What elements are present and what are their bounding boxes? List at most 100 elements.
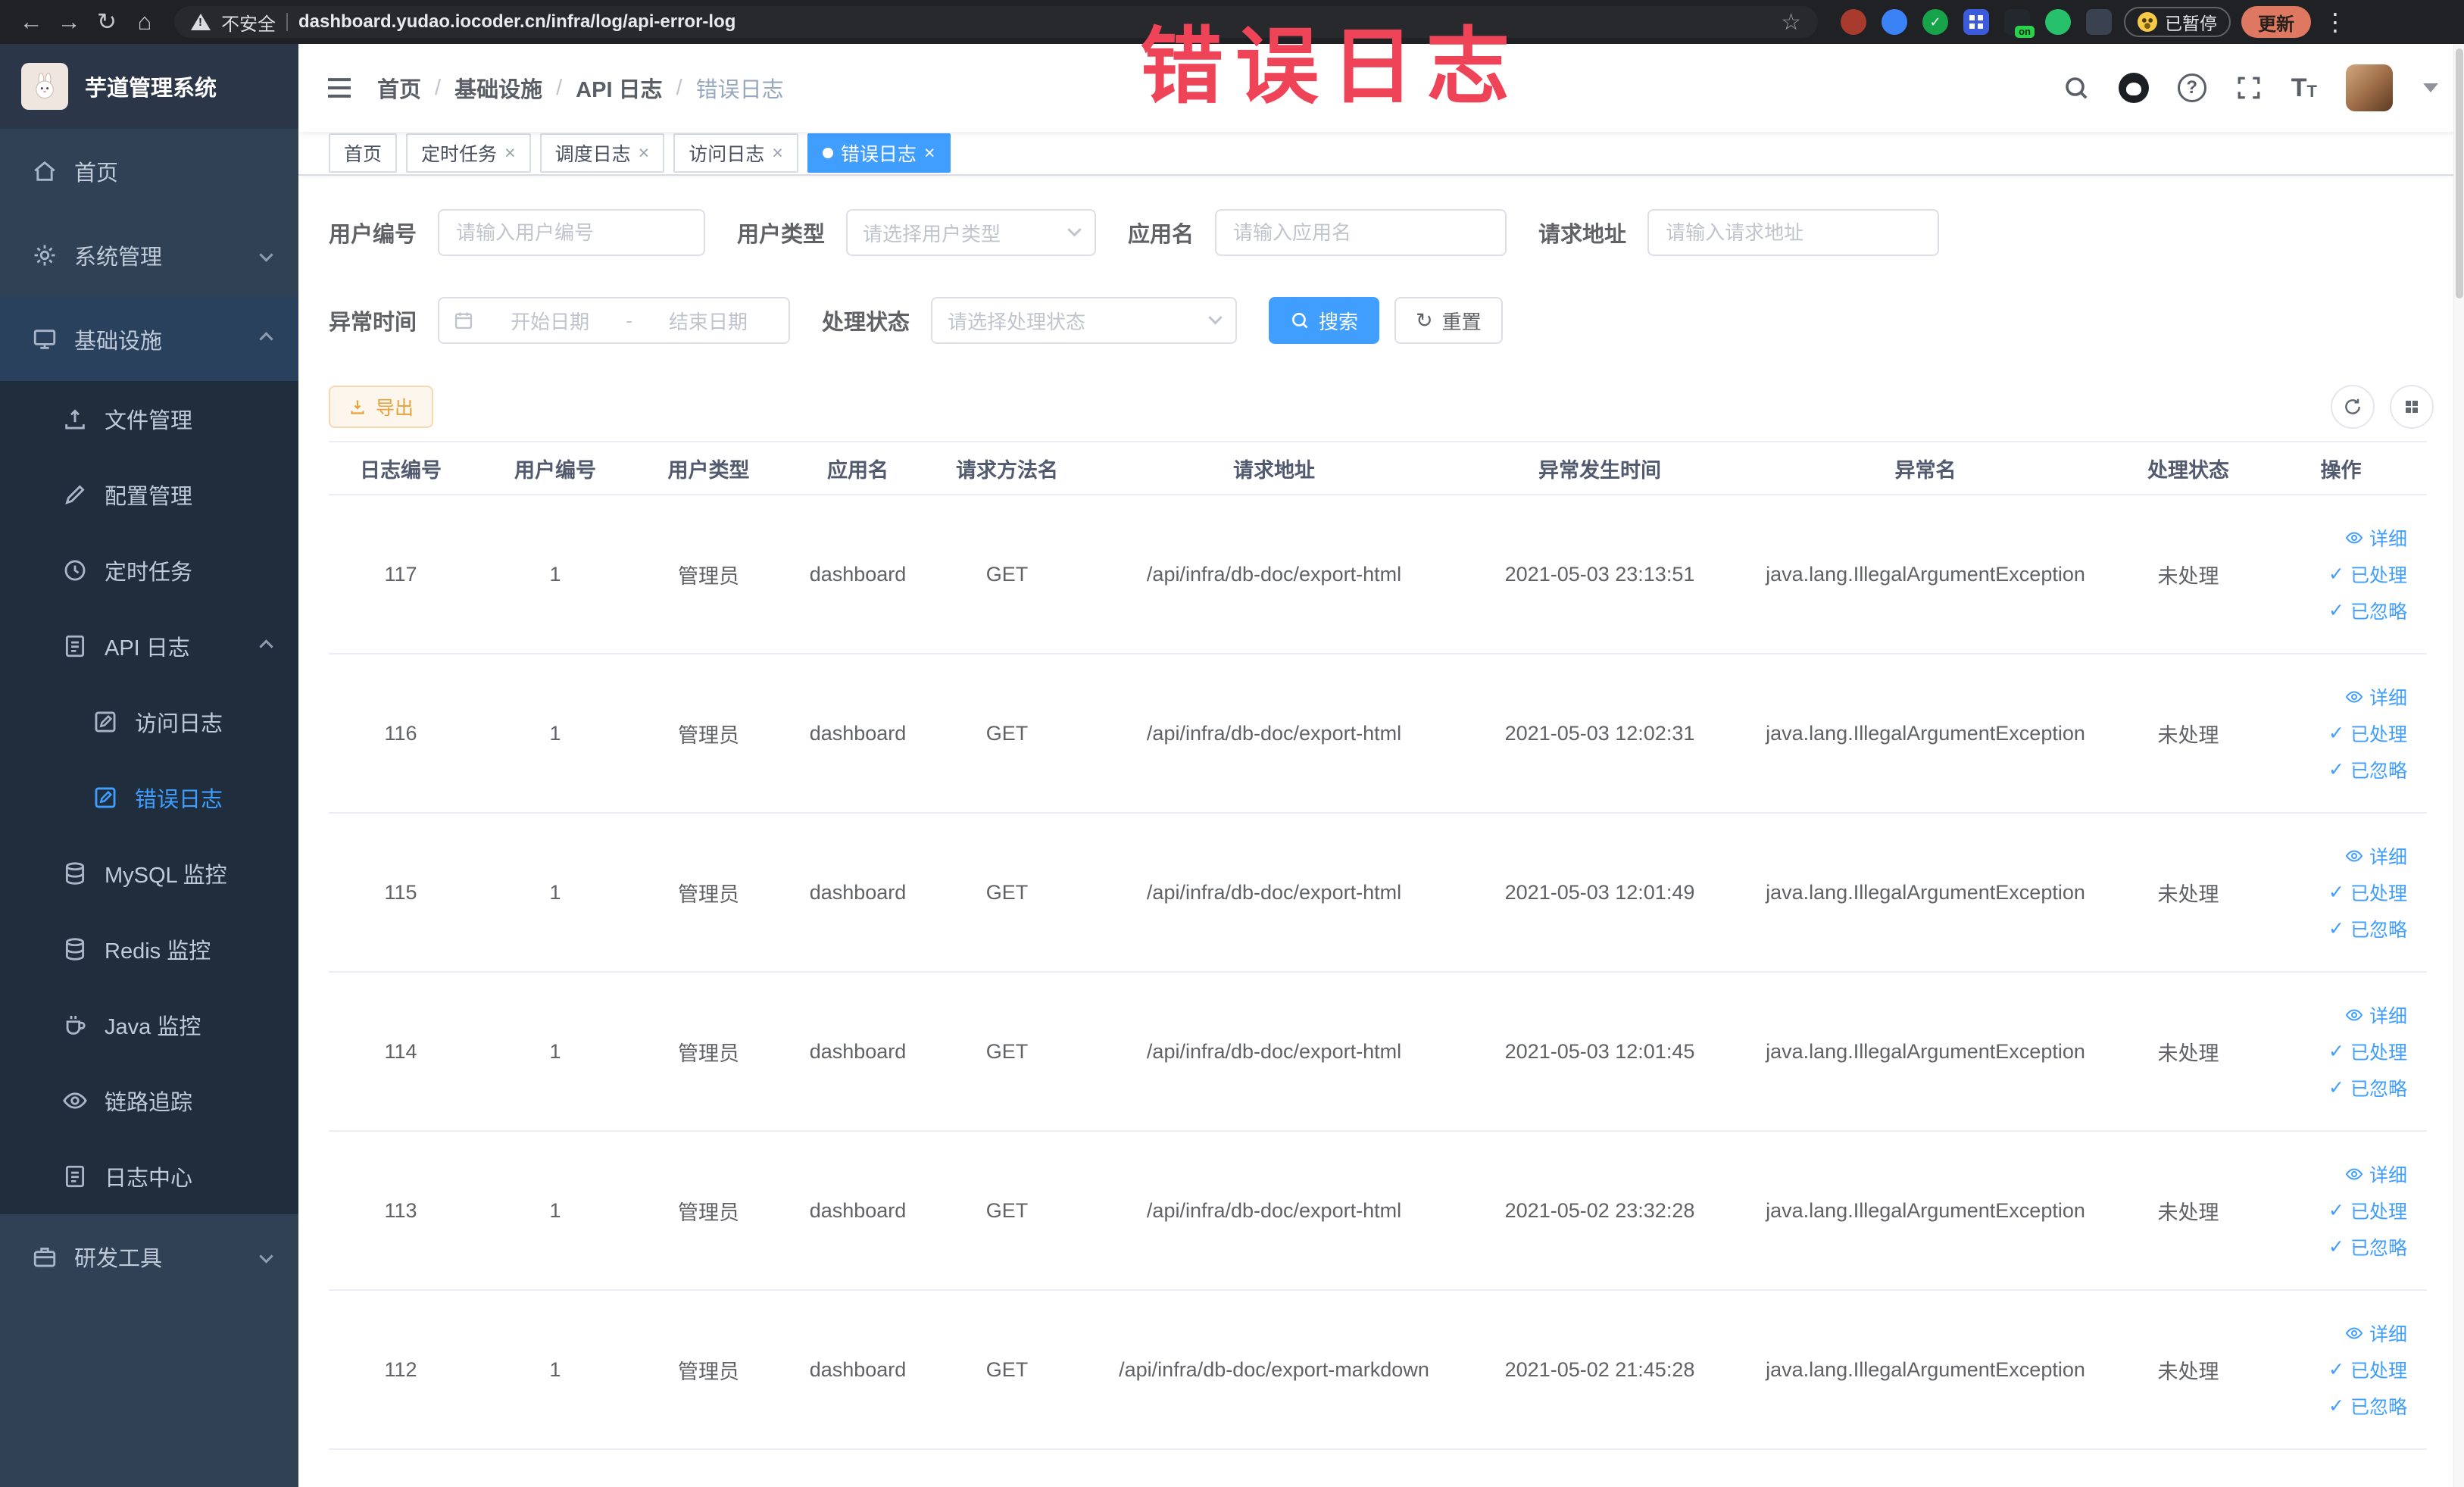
close-icon[interactable]: × bbox=[639, 143, 650, 163]
tab-label: 访问日志 bbox=[689, 144, 765, 165]
detail-link[interactable]: 详细 bbox=[2345, 522, 2407, 554]
sidebar-item-config-mgmt[interactable]: 配置管理 bbox=[0, 457, 298, 533]
sidebar-item-access-log[interactable]: 访问日志 bbox=[0, 684, 298, 760]
user-type-select[interactable]: 请选择用户类型 bbox=[846, 209, 1097, 256]
extension-icon-2[interactable] bbox=[1882, 9, 1907, 35]
gear-icon bbox=[32, 242, 58, 268]
mark-ignored-link[interactable]: ✓ 已忽略 bbox=[2328, 1072, 2407, 1104]
detail-link[interactable]: 详细 bbox=[2345, 1158, 2407, 1190]
date-range-picker[interactable]: 开始日期 - 结束日期 bbox=[438, 297, 791, 344]
cell-log-id: 115 bbox=[329, 813, 473, 973]
close-icon[interactable]: × bbox=[504, 143, 516, 163]
search-icon[interactable] bbox=[2063, 74, 2090, 102]
sidebar-item-trace[interactable]: 链路追踪 bbox=[0, 1063, 298, 1139]
mark-processed-link[interactable]: ✓ 已处理 bbox=[2328, 717, 2407, 749]
user-avatar[interactable] bbox=[2346, 64, 2393, 111]
infrastructure-submenu: 文件管理 配置管理 定时任务 API 日志 访问日志 错误日志 MySQL 监控… bbox=[0, 381, 298, 1214]
tab-home[interactable]: 首页 bbox=[329, 133, 398, 173]
tab-scheduled-jobs[interactable]: 定时任务 × bbox=[406, 133, 531, 173]
chevron-up-icon bbox=[259, 639, 273, 654]
mark-processed-link[interactable]: ✓ 已处理 bbox=[2328, 558, 2407, 590]
sidebar-item-redis-monitor[interactable]: Redis 监控 bbox=[0, 911, 298, 987]
request-url-input[interactable] bbox=[1647, 209, 1940, 256]
mark-processed-link[interactable]: ✓ 已处理 bbox=[2328, 1036, 2407, 1067]
menu-label: 研发工具 bbox=[74, 1246, 163, 1271]
sidebar-item-java-monitor[interactable]: Java 监控 bbox=[0, 987, 298, 1063]
clock-icon bbox=[62, 558, 88, 583]
extension-icon-6[interactable] bbox=[2045, 9, 2071, 35]
detail-link[interactable]: 详细 bbox=[2345, 681, 2407, 713]
breadcrumb-item-home[interactable]: 首页 bbox=[377, 72, 421, 104]
close-icon[interactable]: × bbox=[772, 143, 783, 163]
cell-app-name: dashboard bbox=[779, 1131, 936, 1291]
detail-link[interactable]: 详细 bbox=[2345, 1317, 2407, 1349]
user-id-input[interactable] bbox=[438, 209, 706, 256]
sidebar-item-home[interactable]: 首页 bbox=[0, 129, 298, 213]
calendar-icon bbox=[453, 310, 474, 331]
sidebar-item-file-mgmt[interactable]: 文件管理 bbox=[0, 381, 298, 457]
mark-processed-link[interactable]: ✓ 已处理 bbox=[2328, 876, 2407, 908]
extension-icon-5[interactable]: on bbox=[2004, 9, 2035, 38]
mark-ignored-link[interactable]: ✓ 已忽略 bbox=[2328, 595, 2407, 626]
hamburger-icon[interactable] bbox=[324, 73, 354, 103]
detail-label: 详细 bbox=[2369, 529, 2407, 550]
forward-icon[interactable]: → bbox=[50, 5, 88, 39]
search-button[interactable]: 搜索 bbox=[1269, 297, 1380, 344]
tab-error-log[interactable]: 错误日志 × bbox=[807, 133, 951, 173]
mark-ignored-link[interactable]: ✓ 已忽略 bbox=[2328, 754, 2407, 786]
sidebar-item-log-center[interactable]: 日志中心 bbox=[0, 1139, 298, 1214]
paused-badge[interactable]: 已暂停 bbox=[2124, 7, 2231, 37]
refresh-table-button[interactable] bbox=[2331, 385, 2375, 429]
omnibox-divider bbox=[286, 13, 288, 31]
sidebar-item-api-log[interactable]: API 日志 bbox=[0, 608, 298, 684]
extension-icon-3[interactable]: ✓ bbox=[1922, 9, 1948, 35]
tab-access-log[interactable]: 访问日志 × bbox=[673, 133, 798, 173]
detail-link[interactable]: 详细 bbox=[2345, 840, 2407, 872]
reload-icon[interactable]: ↻ bbox=[88, 5, 126, 39]
sidebar-item-infrastructure[interactable]: 基础设施 bbox=[0, 297, 298, 381]
detail-link[interactable]: 详细 bbox=[2345, 999, 2407, 1031]
github-icon[interactable] bbox=[2118, 73, 2149, 103]
mark-ignored-link[interactable]: ✓ 已忽略 bbox=[2328, 913, 2407, 945]
breadcrumb-item-api-log[interactable]: API 日志 bbox=[576, 72, 662, 104]
caret-down-icon[interactable] bbox=[2423, 83, 2438, 92]
cell-user-type: 管理员 bbox=[638, 1131, 779, 1291]
mark-ignored-link[interactable]: ✓ 已忽略 bbox=[2328, 1231, 2407, 1263]
breadcrumb-item-infra[interactable]: 基础设施 bbox=[454, 72, 542, 104]
sidebar-item-error-log[interactable]: 错误日志 bbox=[0, 760, 298, 836]
mark-processed-link[interactable]: ✓ 已处理 bbox=[2328, 1354, 2407, 1385]
scrollbar-thumb[interactable] bbox=[2456, 48, 2463, 298]
sidebar-item-mysql-monitor[interactable]: MySQL 监控 bbox=[0, 836, 298, 911]
column-settings-button[interactable] bbox=[2390, 385, 2434, 429]
bookmark-star-icon[interactable]: ☆ bbox=[1781, 9, 1801, 36]
reset-button[interactable]: ↻ 重置 bbox=[1394, 297, 1503, 344]
extension-icon-7[interactable] bbox=[2086, 9, 2112, 35]
back-icon[interactable]: ← bbox=[12, 5, 50, 39]
address-bar[interactable]: 不安全 dashboard.yudao.iocoder.cn/infra/log… bbox=[174, 6, 1818, 38]
sidebar-item-system-mgmt[interactable]: 系统管理 bbox=[0, 213, 298, 297]
tab-schedule-log[interactable]: 调度日志 × bbox=[539, 133, 665, 173]
page-scrollbar[interactable] bbox=[2453, 44, 2464, 1487]
browser-home-icon[interactable]: ⌂ bbox=[126, 5, 164, 39]
export-button[interactable]: 导出 bbox=[329, 386, 434, 428]
sidebar-item-dev-tools[interactable]: 研发工具 bbox=[0, 1214, 298, 1298]
active-tab-dot bbox=[822, 148, 833, 158]
sidebar-item-scheduled-jobs[interactable]: 定时任务 bbox=[0, 533, 298, 608]
fullscreen-icon[interactable] bbox=[2235, 74, 2263, 102]
help-icon[interactable]: ? bbox=[2177, 73, 2206, 102]
chrome-menu-icon[interactable]: ⋮ bbox=[2323, 8, 2347, 36]
close-icon[interactable]: × bbox=[924, 143, 935, 163]
extensions-area: ✓ on bbox=[1841, 9, 2112, 38]
app-logo[interactable]: 芋道管理系统 bbox=[0, 44, 298, 129]
mark-processed-link[interactable]: ✓ 已处理 bbox=[2328, 1195, 2407, 1226]
app-name-input[interactable] bbox=[1215, 209, 1507, 256]
cell-app-name: dashboard bbox=[779, 813, 936, 973]
font-size-icon[interactable]: TT bbox=[2291, 75, 2317, 101]
mark-ignored-link[interactable]: ✓ 已忽略 bbox=[2328, 1390, 2407, 1422]
cell-url: /api/infra/db-doc/export-html bbox=[1078, 1131, 1470, 1291]
process-status-select[interactable]: 请选择处理状态 bbox=[931, 297, 1238, 344]
extension-icon-4[interactable] bbox=[1963, 9, 1989, 35]
update-button[interactable]: 更新 bbox=[2241, 6, 2311, 38]
extension-icon-1[interactable] bbox=[1841, 9, 1866, 35]
cell-status: 未处理 bbox=[2122, 972, 2255, 1132]
